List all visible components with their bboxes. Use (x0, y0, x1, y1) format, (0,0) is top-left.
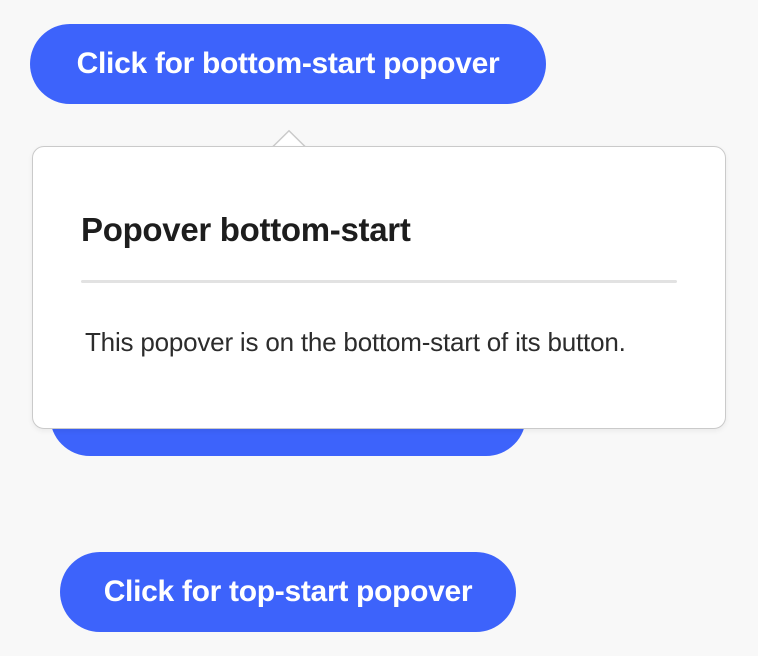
top-start-popover-button[interactable]: Click for top-start popover (60, 552, 516, 632)
popover-body-text: This popover is on the bottom-start of i… (85, 327, 626, 357)
bottom-start-popover-button[interactable]: Click for bottom-start popover (30, 24, 546, 104)
popover-divider (81, 280, 677, 283)
popover-dialog: Popover bottom-start This popover is on … (32, 146, 726, 429)
popover-title: Popover bottom-start (81, 211, 411, 248)
